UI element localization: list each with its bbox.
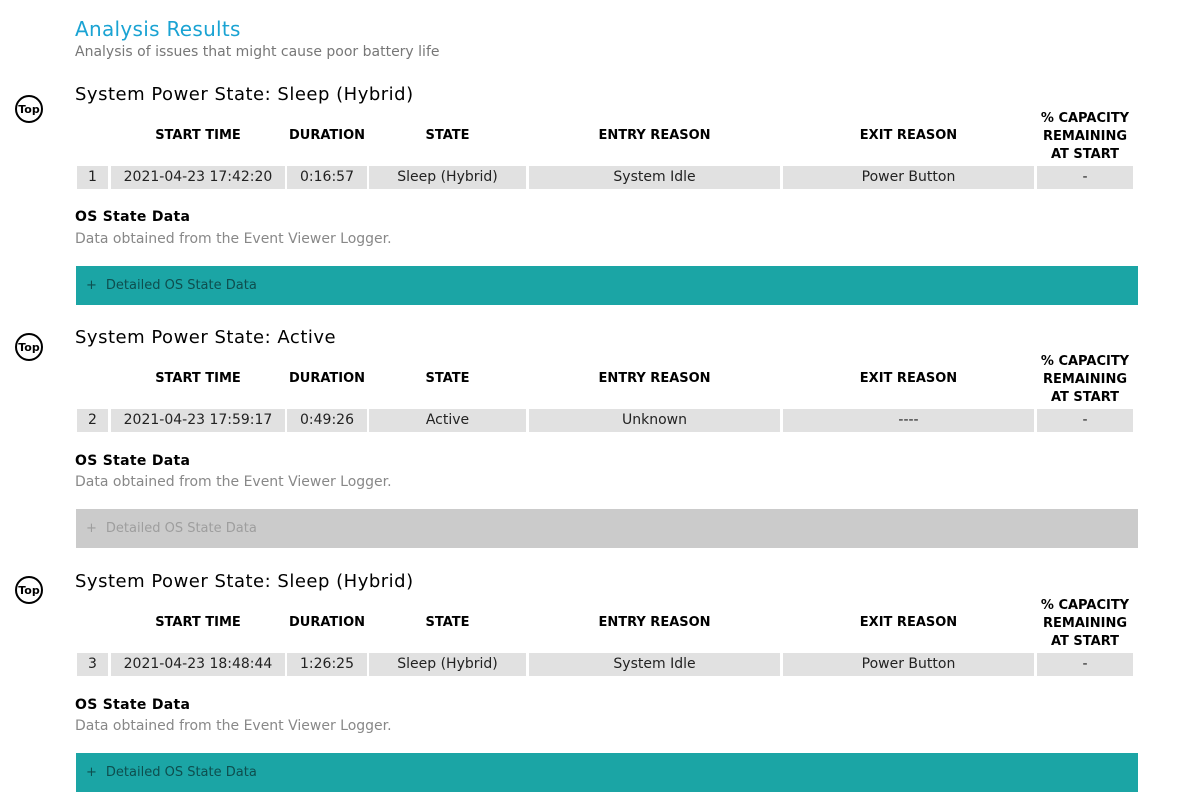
detailed-os-state-label: Detailed OS State Data [105,278,257,293]
table-row: 3 2021-04-23 18:48:44 1:26:25 Sleep (Hyb… [0,653,1197,676]
cell-start-time: 2021-04-23 18:48:44 [111,653,285,676]
table-row: 2 2021-04-23 17:59:17 0:49:26 Active Unk… [0,409,1197,432]
column-header-exit-reason: EXIT REASON [859,128,958,143]
cell-duration: 0:49:26 [287,409,367,432]
top-link-button[interactable]: Top [15,333,43,361]
column-header-capacity-line2: REMAINING [1043,129,1127,144]
column-header-entry-reason: ENTRY REASON [598,615,711,630]
cell-state: Active [369,409,526,432]
column-header-capacity-line1: % CAPACITY [1040,598,1130,613]
column-header-state: STATE [425,371,470,386]
os-state-subtitle: Data obtained from the Event Viewer Logg… [75,474,392,490]
column-header-capacity: % CAPACITY REMAINING AT START [1037,353,1133,407]
column-header-capacity: % CAPACITY REMAINING AT START [1037,110,1133,164]
column-header-start-time: START TIME [155,128,241,143]
column-header-start-time: START TIME [155,615,241,630]
cell-entry-reason: System Idle [529,653,780,676]
column-header-capacity-line1: % CAPACITY [1040,354,1130,369]
cell-exit-reason: Power Button [783,653,1034,676]
cell-state: Sleep (Hybrid) [369,166,526,189]
expand-plus-icon: + [86,521,97,536]
cell-capacity: - [1037,409,1133,432]
column-header-capacity-line3: AT START [1050,390,1120,405]
column-header-duration: DURATION [288,615,366,630]
column-header-exit-reason: EXIT REASON [859,615,958,630]
detailed-os-state-toggle[interactable]: + Detailed OS State Data [76,266,1138,305]
column-header-start-time: START TIME [155,371,241,386]
column-header-state: STATE [425,128,470,143]
power-state-section: Top System Power State: Sleep (Hybrid) S… [0,84,1197,319]
column-header-capacity-line3: AT START [1050,147,1120,162]
column-header-capacity-line2: REMAINING [1043,372,1127,387]
detailed-os-state-toggle[interactable]: + Detailed OS State Data [76,753,1138,792]
top-link-button[interactable]: Top [15,576,43,604]
column-header-entry-reason: ENTRY REASON [598,128,711,143]
detailed-os-state-label: Detailed OS State Data [105,765,257,780]
column-header-duration: DURATION [288,371,366,386]
column-header-capacity-line3: AT START [1050,634,1120,649]
battery-report-page: Analysis Results Analysis of issues that… [0,0,1197,802]
row-index: 1 [77,166,108,189]
os-state-subtitle: Data obtained from the Event Viewer Logg… [75,231,392,247]
power-state-section: Top System Power State: Active START TIM… [0,327,1197,562]
top-link-label: Top [18,583,40,597]
column-header-capacity: % CAPACITY REMAINING AT START [1037,597,1133,651]
cell-duration: 1:26:25 [287,653,367,676]
os-state-title: OS State Data [75,453,191,469]
column-header-state: STATE [425,615,470,630]
top-link-label: Top [18,102,40,116]
os-state-title: OS State Data [75,209,191,225]
cell-start-time: 2021-04-23 17:42:20 [111,166,285,189]
cell-exit-reason: Power Button [783,166,1034,189]
page-title: Analysis Results [75,17,241,41]
os-state-title: OS State Data [75,697,191,713]
section-title: System Power State: Sleep (Hybrid) [75,571,414,592]
top-link-label: Top [18,340,40,354]
cell-duration: 0:16:57 [287,166,367,189]
table-row: 1 2021-04-23 17:42:20 0:16:57 Sleep (Hyb… [0,166,1197,189]
row-index: 3 [77,653,108,676]
power-state-section: Top System Power State: Sleep (Hybrid) S… [0,571,1197,802]
expand-plus-icon: + [86,278,97,293]
cell-state: Sleep (Hybrid) [369,653,526,676]
column-header-capacity-line1: % CAPACITY [1040,111,1130,126]
cell-entry-reason: System Idle [529,166,780,189]
row-index: 2 [77,409,108,432]
cell-capacity: - [1037,653,1133,676]
column-header-entry-reason: ENTRY REASON [598,371,711,386]
os-state-subtitle: Data obtained from the Event Viewer Logg… [75,718,392,734]
column-header-capacity-line2: REMAINING [1043,616,1127,631]
cell-capacity: - [1037,166,1133,189]
column-header-exit-reason: EXIT REASON [859,371,958,386]
cell-entry-reason: Unknown [529,409,780,432]
expand-plus-icon: + [86,765,97,780]
cell-exit-reason: ---- [783,409,1034,432]
top-link-button[interactable]: Top [15,95,43,123]
column-header-duration: DURATION [288,128,366,143]
cell-start-time: 2021-04-23 17:59:17 [111,409,285,432]
detailed-os-state-label: Detailed OS State Data [105,521,257,536]
section-title: System Power State: Active [75,327,337,348]
detailed-os-state-toggle: + Detailed OS State Data [76,509,1138,548]
section-title: System Power State: Sleep (Hybrid) [75,84,414,105]
page-subtitle: Analysis of issues that might cause poor… [75,44,440,60]
